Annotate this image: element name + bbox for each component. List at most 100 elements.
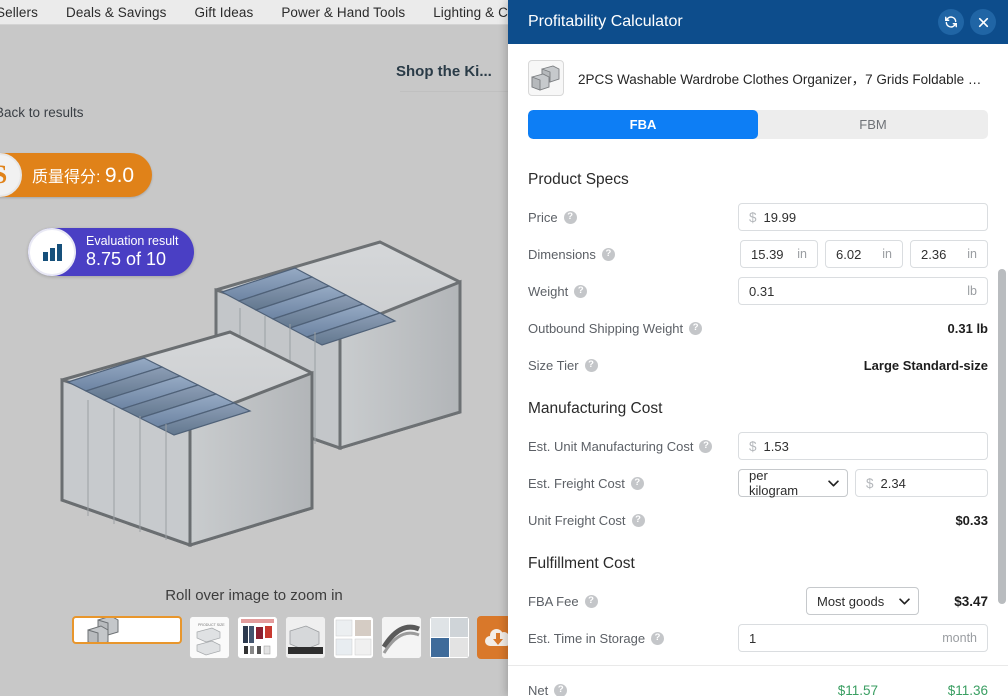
section-fulfillment-cost: Fulfillment Cost FBA Fee ? Most goods $3… bbox=[528, 555, 988, 653]
panel-title: Profitability Calculator bbox=[528, 13, 683, 30]
fulfillment-cost-title: Fulfillment Cost bbox=[528, 555, 635, 572]
help-icon-dimensions[interactable]: ? bbox=[601, 247, 615, 261]
panel-scrollbar-thumb[interactable] bbox=[998, 269, 1006, 604]
price-value: 19.99 bbox=[763, 209, 797, 225]
net-label-text: Net bbox=[528, 682, 549, 696]
size-tier-label-text: Size Tier bbox=[528, 357, 579, 373]
thumbnail-6[interactable] bbox=[381, 616, 422, 659]
thumbnail-4[interactable] bbox=[285, 616, 326, 659]
unit-manufacturing-cost-input[interactable]: $ 1.53 bbox=[738, 432, 988, 460]
unit-freight-cost-label: Unit Freight Cost ? bbox=[528, 513, 645, 528]
size-tier-label: Size Tier ? bbox=[528, 358, 598, 373]
net-value-fbm: $11.36 bbox=[947, 682, 988, 696]
price-label: Price ? bbox=[528, 210, 577, 225]
thumbnail-7[interactable] bbox=[429, 616, 470, 659]
net-label: Net ? bbox=[528, 682, 568, 696]
unit-manufacturing-cost-label-text: Est. Unit Manufacturing Cost bbox=[528, 438, 694, 454]
weight-label: Weight ? bbox=[528, 283, 588, 299]
nav-item-deals-savings[interactable]: Deals & Savings bbox=[52, 5, 181, 20]
unit-manufacturing-cost-value: 1.53 bbox=[763, 438, 789, 454]
fba-fee-category-select[interactable]: Most goods bbox=[806, 587, 919, 615]
tab-fbm[interactable]: FBM bbox=[758, 110, 988, 139]
size-tier-value: Large Standard-size bbox=[863, 357, 988, 373]
freight-cost-input[interactable]: $ 2.34 bbox=[855, 469, 988, 497]
fba-fee-category-value: Most goods bbox=[817, 593, 885, 609]
row-size-tier: Size Tier ? Large Standard-size bbox=[528, 350, 988, 380]
back-to-results-link[interactable]: Back to results bbox=[0, 105, 84, 120]
dimension-width-input[interactable]: 6.02 in bbox=[825, 240, 903, 268]
quality-score-badge: S 质量得分: 9.0 bbox=[0, 153, 153, 197]
dimension-width-value: 6.02 bbox=[836, 246, 862, 262]
dimension-length-input[interactable]: 15.39 in bbox=[740, 240, 818, 268]
thumbnail-2[interactable]: PRODUCT SIZE bbox=[189, 616, 230, 659]
manufacturing-cost-title: Manufacturing Cost bbox=[528, 400, 663, 417]
dimension-height-input[interactable]: 2.36 in bbox=[910, 240, 988, 268]
help-icon-time-in-storage[interactable]: ? bbox=[651, 631, 665, 645]
fba-fee-label-text: FBA Fee bbox=[528, 593, 579, 609]
price-input[interactable]: $ 19.99 bbox=[738, 203, 988, 231]
nav-item-sellers[interactable]: Sellers bbox=[0, 5, 52, 20]
summary-row-net: Net ? $11.57 $11.36 bbox=[528, 676, 988, 696]
time-in-storage-input[interactable]: 1 month bbox=[738, 624, 988, 652]
section-manufacturing-cost: Manufacturing Cost Est. Unit Manufacturi… bbox=[528, 400, 988, 535]
fba-fee-label: FBA Fee ? bbox=[528, 594, 598, 609]
bar-chart-bars bbox=[42, 241, 62, 261]
freight-cost-currency: $ bbox=[866, 475, 874, 491]
dimensions-label: Dimensions ? bbox=[528, 247, 615, 262]
product-specs-title: Product Specs bbox=[528, 171, 629, 188]
fba-fee-value: $3.47 bbox=[954, 593, 988, 609]
freight-cost-value: 2.34 bbox=[880, 475, 906, 491]
product-row: 2PCS Washable Wardrobe Clothes Organizer… bbox=[528, 44, 988, 110]
time-in-storage-label-text: Est. Time in Storage bbox=[528, 630, 646, 646]
price-currency: $ bbox=[749, 209, 757, 225]
panel-product-section: 2PCS Washable Wardrobe Clothes Organizer… bbox=[508, 44, 1008, 155]
dimension-length-unit: in bbox=[797, 247, 807, 261]
freight-cost-label: Est. Freight Cost ? bbox=[528, 476, 644, 491]
help-icon-freight-cost[interactable]: ? bbox=[630, 476, 644, 490]
help-icon-weight[interactable]: ? bbox=[574, 284, 588, 298]
unit-manufacturing-cost-currency: $ bbox=[749, 438, 757, 454]
thumbnail-5[interactable] bbox=[333, 616, 374, 659]
panel-header: Profitability Calculator bbox=[508, 0, 1008, 44]
product-thumbnail bbox=[528, 60, 564, 96]
unit-freight-cost-label-text: Unit Freight Cost bbox=[528, 512, 626, 528]
time-in-storage-value: 1 bbox=[749, 630, 757, 646]
panel-scroll-body: Product Specs Price ? $ 19.99 Dimensions… bbox=[508, 155, 1008, 696]
help-icon-size-tier[interactable]: ? bbox=[584, 358, 598, 372]
quality-score-label: 质量得分: bbox=[32, 168, 101, 186]
nav-item-gift-ideas[interactable]: Gift Ideas bbox=[181, 5, 268, 20]
row-unit-freight-cost: Unit Freight Cost ? $0.33 bbox=[528, 505, 988, 535]
time-in-storage-label: Est. Time in Storage ? bbox=[528, 630, 665, 646]
nav-item-power-hand-tools[interactable]: Power & Hand Tools bbox=[267, 5, 419, 20]
help-icon-net[interactable]: ? bbox=[554, 683, 568, 696]
dimension-length-value: 15.39 bbox=[751, 246, 784, 262]
weight-input[interactable]: 0.31 lb bbox=[738, 277, 988, 305]
freight-mode-select[interactable]: per kilogram bbox=[738, 468, 848, 498]
help-icon-outbound-weight[interactable]: ? bbox=[689, 321, 703, 335]
seller-logo-icon: S bbox=[0, 153, 22, 197]
outbound-shipping-weight-value: 0.31 lb bbox=[947, 320, 988, 336]
section-product-specs: Product Specs Price ? $ 19.99 Dimensions… bbox=[528, 171, 988, 380]
dimension-width-unit: in bbox=[882, 247, 892, 261]
freight-mode-value: per kilogram bbox=[749, 468, 799, 498]
help-icon-unit-mfg-cost[interactable]: ? bbox=[699, 439, 713, 453]
row-unit-manufacturing-cost: Est. Unit Manufacturing Cost ? $ 1.53 bbox=[528, 431, 988, 461]
bar-chart-icon bbox=[28, 228, 76, 276]
thumbnail-3[interactable] bbox=[237, 616, 278, 659]
weight-label-text: Weight bbox=[528, 283, 569, 299]
thumbnail-1[interactable] bbox=[72, 616, 182, 644]
row-fba-fee: FBA Fee ? Most goods $3.47 bbox=[528, 586, 988, 616]
refresh-icon[interactable] bbox=[938, 9, 964, 35]
help-icon-price[interactable]: ? bbox=[563, 210, 577, 224]
outbound-shipping-weight-label: Outbound Shipping Weight ? bbox=[528, 320, 703, 336]
help-icon-unit-freight-cost[interactable]: ? bbox=[631, 513, 645, 527]
promo-heading: Shop the Ki... bbox=[396, 63, 492, 80]
zoom-hint-text: Roll over image to zoom in bbox=[165, 587, 343, 604]
close-icon[interactable] bbox=[970, 9, 996, 35]
outbound-shipping-weight-label-text: Outbound Shipping Weight bbox=[528, 320, 684, 336]
tab-fba[interactable]: FBA bbox=[528, 110, 758, 139]
row-dimensions: Dimensions ? 15.39 in 6.02 in 2.36 in bbox=[528, 239, 988, 269]
row-freight-cost: Est. Freight Cost ? per kilogram $ 2.34 bbox=[528, 468, 988, 498]
help-icon-fba-fee[interactable]: ? bbox=[584, 594, 598, 608]
logo-letter: S bbox=[0, 162, 7, 188]
